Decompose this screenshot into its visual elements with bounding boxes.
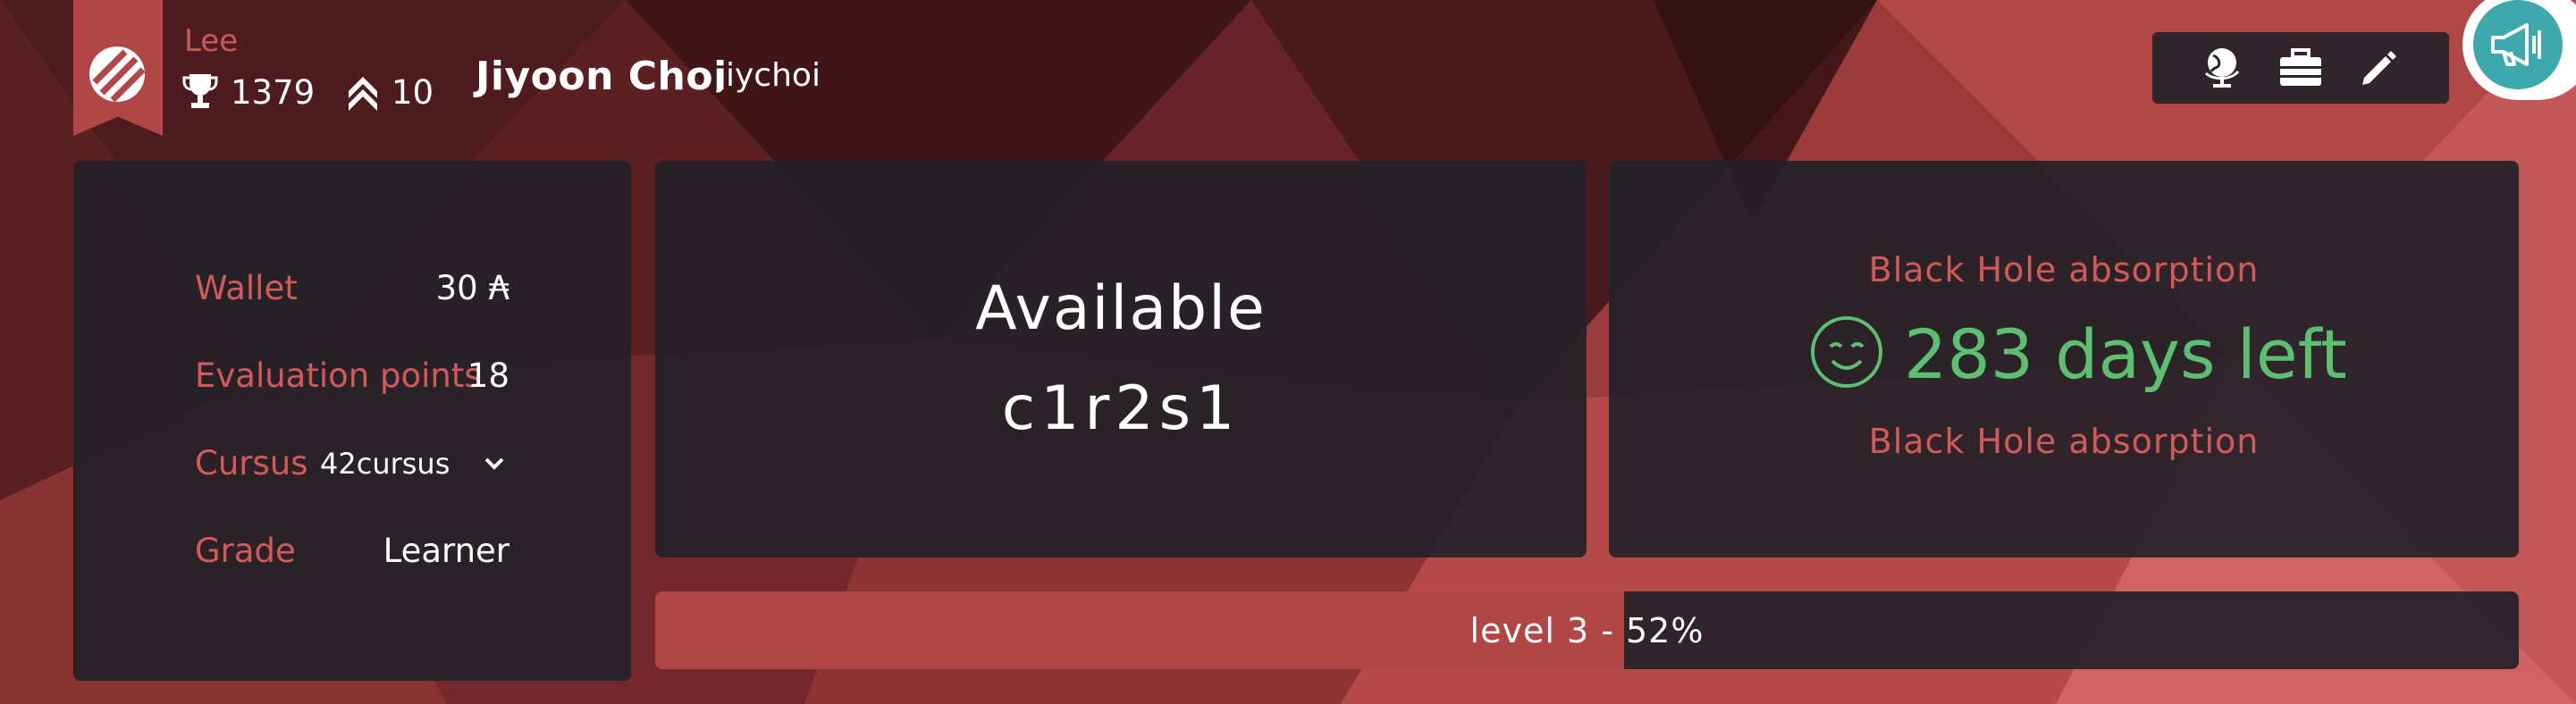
black-hole-days-left: 283 days left xyxy=(1904,314,2347,394)
cursus-select[interactable]: 42cursus xyxy=(320,438,505,490)
cursus-value: 42cursus xyxy=(320,447,450,481)
grade-value: Learner xyxy=(383,532,509,570)
coalition-logo-icon xyxy=(89,46,146,103)
cursus-label: Cursus xyxy=(195,444,308,482)
user-points: 1379 xyxy=(182,70,315,114)
smile-icon xyxy=(1811,316,1882,388)
profile-stats-panel xyxy=(73,161,631,681)
profile-toolbar xyxy=(2152,32,2449,104)
level-progress-bar: level 3 - 52% xyxy=(655,591,2519,669)
pencil-icon[interactable] xyxy=(2353,42,2405,94)
user-login[interactable]: jiychoi xyxy=(717,57,821,94)
level-rank-value: 10 xyxy=(391,72,434,112)
wallet-label: Wallet xyxy=(195,269,298,307)
wallet-value: 30 ₳ xyxy=(435,269,509,307)
evaluation-points-value: 18 xyxy=(467,356,509,395)
trophy-icon xyxy=(182,74,218,108)
availability-status: Available xyxy=(975,273,1267,344)
level-text: level 3 - 52% xyxy=(1469,610,1705,650)
announcement-button[interactable] xyxy=(2462,0,2576,100)
chevron-down-icon xyxy=(484,457,504,470)
megaphone-icon xyxy=(2491,23,2541,66)
location-host: c1r2s1 xyxy=(1001,373,1241,444)
briefcase-icon[interactable] xyxy=(2275,42,2327,94)
user-level-rank: 10 xyxy=(347,70,434,114)
chevrons-up-icon xyxy=(349,77,377,111)
black-hole-subtitle: Black Hole absorption xyxy=(1868,422,2260,461)
globe-icon[interactable] xyxy=(2196,42,2248,94)
points-value: 1379 xyxy=(231,72,316,112)
black-hole-title: Black Hole absorption xyxy=(1868,250,2260,289)
coalition-name: Lee xyxy=(184,23,239,59)
user-display-name: Jiyoon Choi xyxy=(476,54,728,99)
grade-label: Grade xyxy=(195,532,296,570)
location-panel xyxy=(655,161,1587,557)
